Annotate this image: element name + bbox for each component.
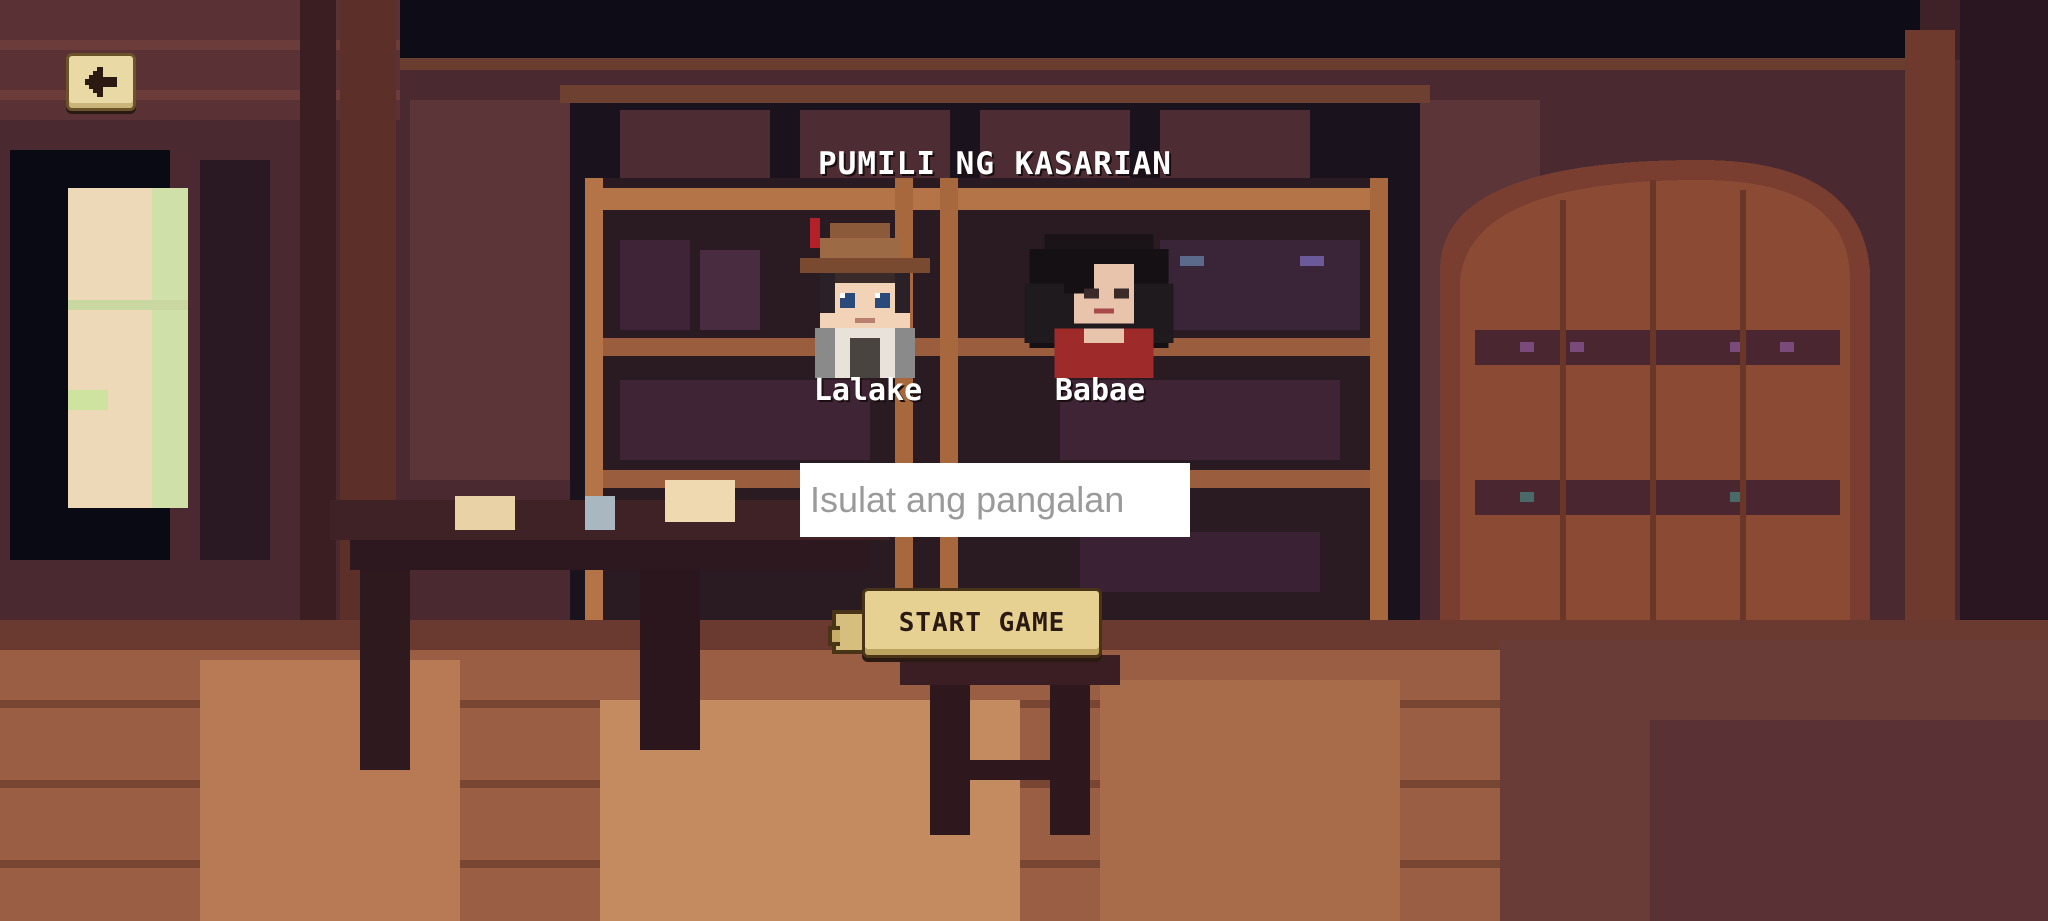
character-label-male: Lalake: [813, 373, 923, 408]
character-option-male[interactable]: Lalake: [778, 218, 958, 418]
room-background: [0, 0, 2048, 921]
back-button[interactable]: [66, 53, 136, 111]
female-character-icon: [1024, 234, 1174, 378]
character-option-female[interactable]: Babae: [1010, 218, 1190, 418]
page-title: PUMILI NG KASARIAN: [818, 146, 1172, 182]
name-input[interactable]: [800, 463, 1190, 537]
male-character-icon: [800, 218, 930, 378]
start-game-button[interactable]: START GAME: [862, 588, 1102, 658]
character-label-female: Babae: [1054, 373, 1146, 408]
arrow-left-icon: [85, 67, 117, 97]
